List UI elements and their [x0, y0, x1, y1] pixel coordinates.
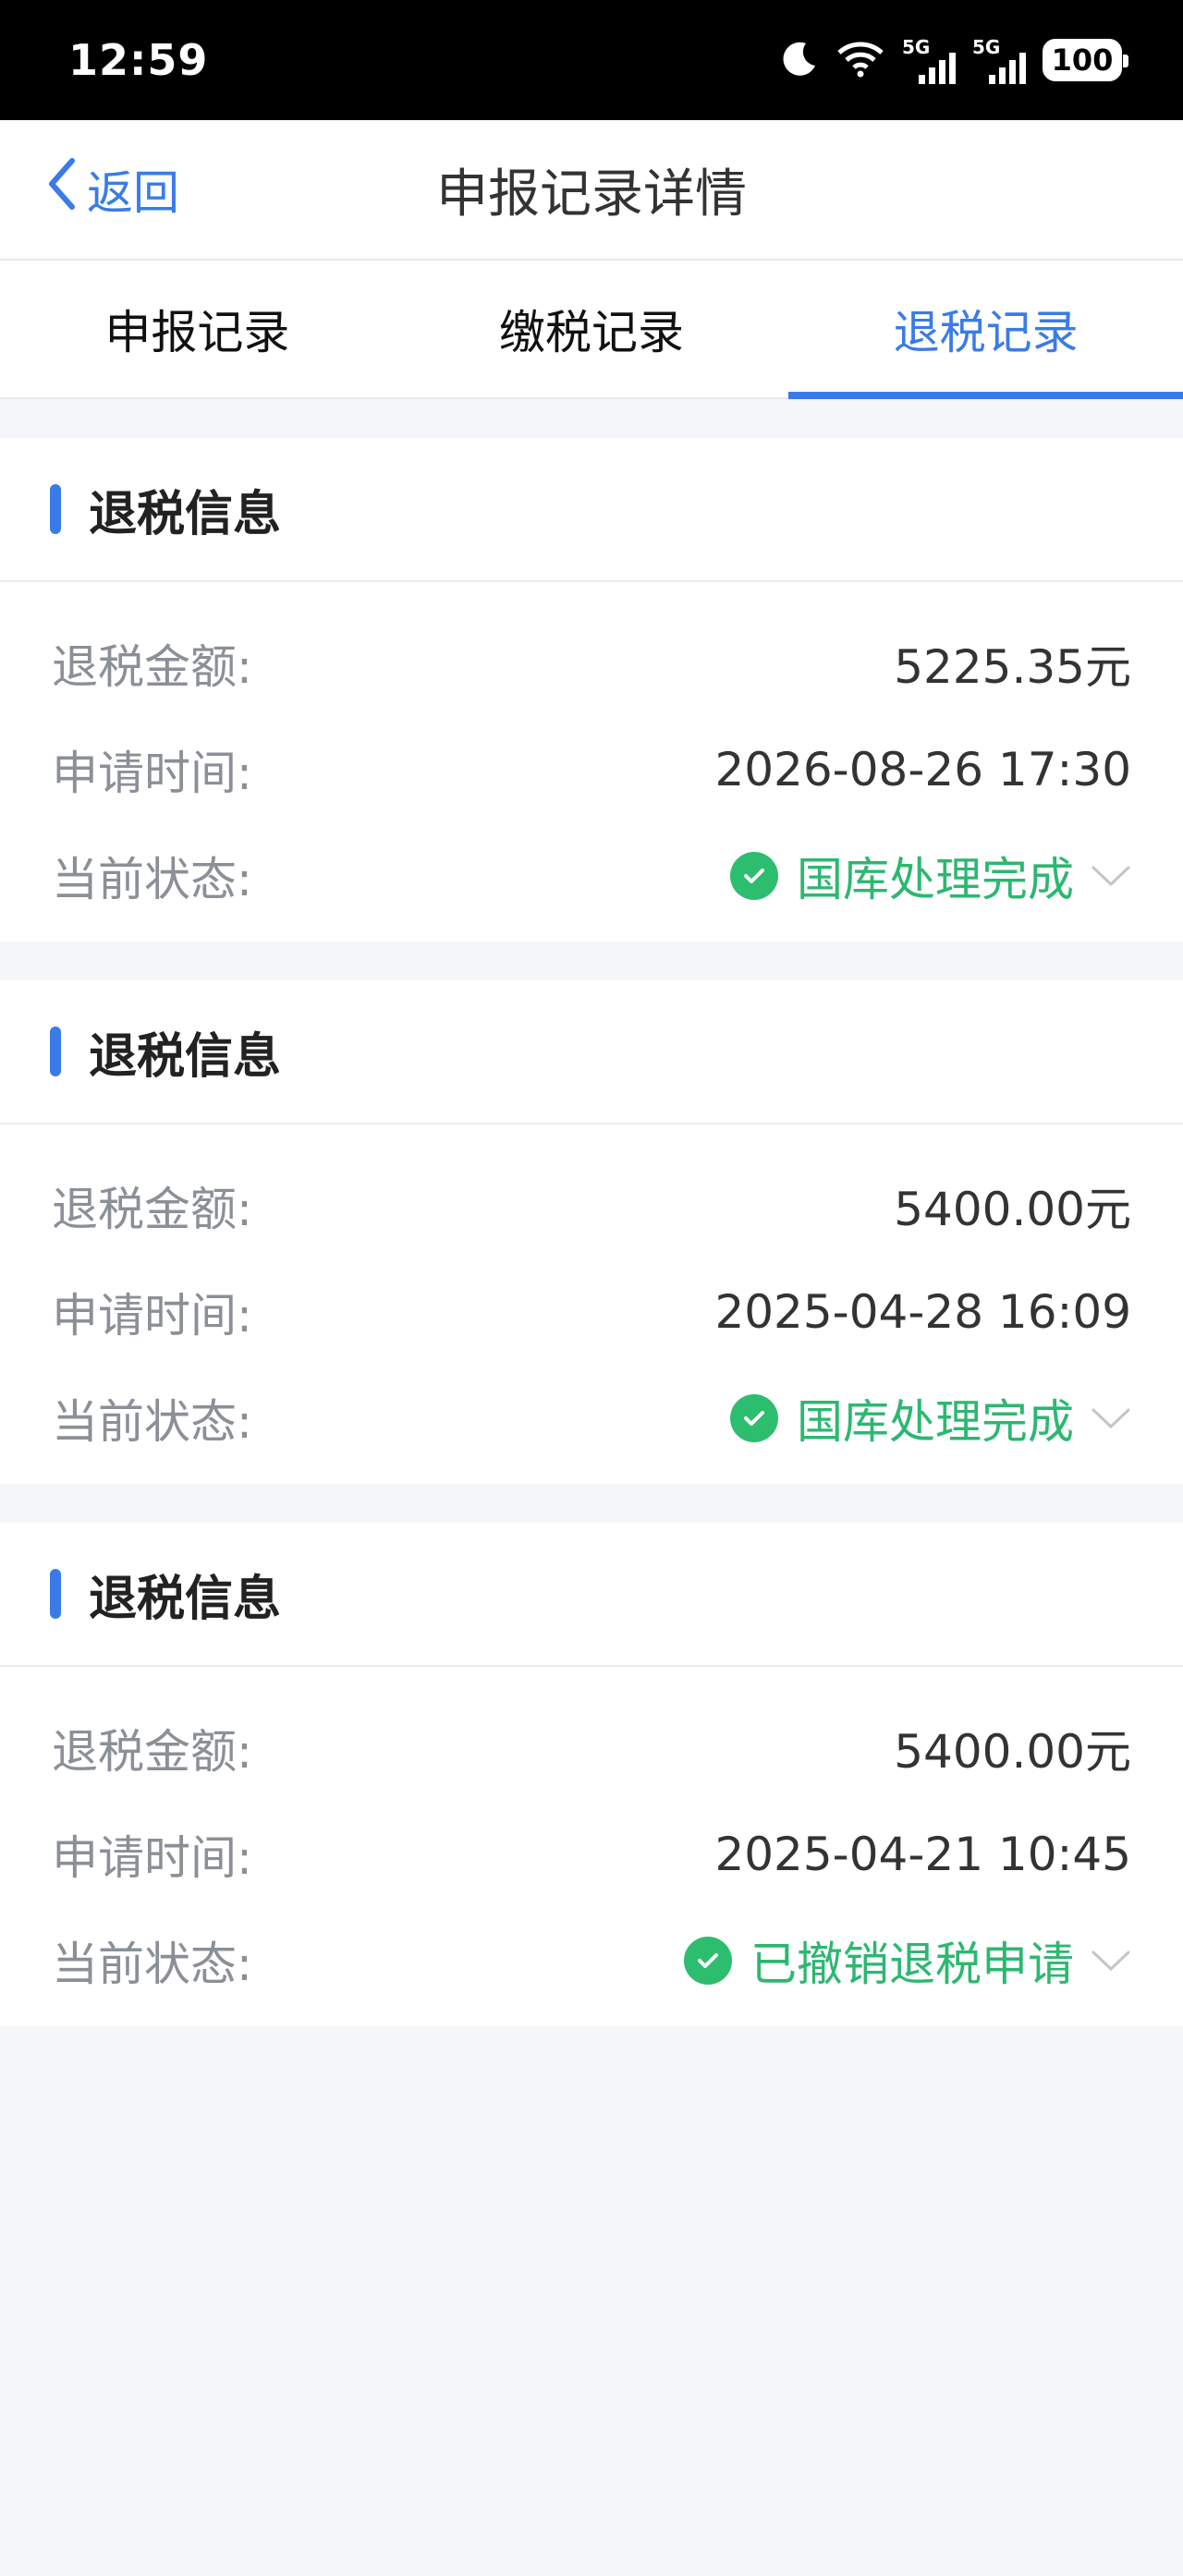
- check-circle-icon: [730, 1393, 778, 1442]
- status-row: 当前状态: 已撤销退税申请: [52, 1907, 1131, 2013]
- amount-row: 退税金额: 5225.35元: [52, 610, 1131, 716]
- time-label: 申请时间:: [52, 1288, 252, 1343]
- card-title: 退税信息: [89, 1028, 282, 1085]
- time-label: 申请时间:: [52, 1830, 252, 1885]
- battery-level: 100: [1051, 43, 1114, 78]
- accent-bar: [50, 484, 61, 534]
- amount-row: 退税金额: 5400.00元: [52, 1695, 1131, 1801]
- amount-value: 5400.00元: [894, 1724, 1131, 1779]
- time-row: 申请时间: 2025-04-21 10:45: [52, 1801, 1131, 1907]
- chevron-left-icon: [46, 157, 78, 222]
- signal-icon: 5G: [972, 36, 1026, 84]
- status-label: 当前状态:: [52, 1937, 252, 1991]
- tab-tax-payment-records[interactable]: 缴税记录: [395, 261, 789, 397]
- status-value: 已撤销退税申请: [750, 1937, 1074, 1991]
- card-header: 退税信息: [0, 438, 1183, 582]
- amount-label: 退税金额:: [52, 1182, 252, 1236]
- tab-bar: 申报记录 缴税记录 退税记录: [0, 261, 1183, 399]
- time-value: 2025-04-28 16:09: [714, 1284, 1131, 1339]
- refund-card: 退税信息 退税金额: 5225.35元 申请时间: 2026-08-26 17:…: [0, 438, 1183, 942]
- status-icons: 5G 5G 100: [778, 36, 1128, 84]
- accent-bar: [50, 1569, 61, 1619]
- card-header: 退税信息: [0, 980, 1183, 1124]
- status-label: 当前状态:: [52, 1394, 252, 1449]
- wifi-icon: [835, 38, 885, 82]
- amount-label: 退税金额:: [52, 1724, 252, 1779]
- status-row: 当前状态: 国库处理完成: [52, 822, 1131, 929]
- time-row: 申请时间: 2025-04-28 16:09: [52, 1258, 1131, 1365]
- time-value: 2026-08-26 17:30: [714, 742, 1131, 796]
- status-row: 当前状态: 国库处理完成: [52, 1365, 1131, 1471]
- status-value: 国库处理完成: [797, 852, 1074, 906]
- signal-icon: 5G: [902, 36, 956, 84]
- time-row: 申请时间: 2026-08-26 17:30: [52, 716, 1131, 822]
- status-label: 当前状态:: [52, 852, 252, 906]
- accent-bar: [50, 1027, 61, 1076]
- check-circle-icon: [684, 1936, 732, 1985]
- time-label: 申请时间:: [52, 746, 252, 800]
- card-body: 退税金额: 5400.00元 申请时间: 2025-04-21 10:45 当前…: [0, 1667, 1183, 2026]
- card-title: 退税信息: [89, 486, 282, 542]
- tab-declaration-records[interactable]: 申报记录: [0, 261, 395, 397]
- amount-value: 5225.35元: [894, 639, 1131, 694]
- amount-value: 5400.00元: [894, 1182, 1131, 1236]
- back-label: 返回: [87, 166, 179, 220]
- status-time: 12:59: [68, 35, 209, 85]
- refund-card: 退税信息 退税金额: 5400.00元 申请时间: 2025-04-21 10:…: [0, 1523, 1183, 2026]
- amount-label: 退税金额:: [52, 639, 252, 694]
- chevron-down-icon: [1091, 1406, 1131, 1430]
- status-dropdown[interactable]: 国库处理完成: [730, 1385, 1131, 1452]
- moon-icon: [778, 38, 819, 82]
- tab-tax-refund-records[interactable]: 退税记录: [788, 261, 1183, 399]
- status-bar: 12:59 5G 5G 100: [0, 0, 1183, 120]
- nav-bar: 返回 申报记录详情: [0, 120, 1183, 261]
- time-value: 2025-04-21 10:45: [714, 1827, 1131, 1881]
- card-body: 退税金额: 5225.35元 申请时间: 2026-08-26 17:30 当前…: [0, 582, 1183, 942]
- chevron-down-icon: [1091, 864, 1131, 888]
- card-header: 退税信息: [0, 1523, 1183, 1667]
- card-title: 退税信息: [89, 1571, 282, 1627]
- amount-row: 退税金额: 5400.00元: [52, 1152, 1131, 1258]
- card-body: 退税金额: 5400.00元 申请时间: 2025-04-28 16:09 当前…: [0, 1124, 1183, 1484]
- status-dropdown[interactable]: 已撤销退税申请: [684, 1927, 1131, 1994]
- battery-icon: 100: [1043, 39, 1128, 81]
- chevron-down-icon: [1091, 1949, 1131, 1973]
- refund-card: 退税信息 退税金额: 5400.00元 申请时间: 2025-04-28 16:…: [0, 980, 1183, 1484]
- status-dropdown[interactable]: 国库处理完成: [730, 843, 1131, 909]
- back-button[interactable]: 返回: [46, 156, 179, 223]
- status-value: 国库处理完成: [797, 1394, 1074, 1449]
- check-circle-icon: [730, 851, 778, 900]
